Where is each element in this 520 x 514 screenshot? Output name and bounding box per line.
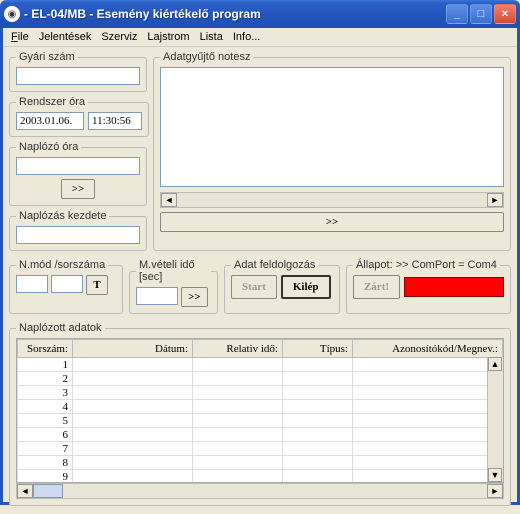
nmod-input-1[interactable] [16, 275, 48, 293]
table-row[interactable]: 7 [18, 442, 503, 456]
kilep-button[interactable]: Kilép [281, 275, 331, 299]
table-row[interactable]: 2 [18, 372, 503, 386]
scroll-left-icon[interactable]: ◄ [17, 484, 33, 498]
mvetel-input[interactable] [136, 287, 178, 305]
nmod-label: N.mód /sorszáma [16, 259, 108, 271]
menu-file[interactable]: File [11, 31, 29, 43]
titlebar: ◉ - EL-04/MB - Esemény kiértékelő progra… [0, 0, 520, 28]
table-label: Naplózott adatok [16, 322, 105, 334]
naplozo-ora-button[interactable]: >> [61, 179, 95, 199]
naplozas-kezdete-input[interactable] [16, 226, 140, 244]
scroll-right-icon[interactable]: ► [487, 484, 503, 498]
rendszer-time-input[interactable] [88, 112, 142, 130]
col-relativ[interactable]: Relativ idő: [193, 340, 283, 358]
naplozas-kezdete-label: Naplózás kezdete [16, 210, 109, 222]
table-row[interactable]: 5 [18, 414, 503, 428]
window-title: - EL-04/MB - Esemény kiértékelő program [24, 7, 446, 21]
notes-textarea[interactable] [160, 67, 504, 187]
adat-label: Adat feldolgozás [231, 259, 318, 271]
allapot-label: Állapot: >> ComPort = Com4 [353, 259, 500, 271]
scroll-down-icon[interactable]: ▼ [488, 468, 502, 482]
table-hscrollbar[interactable]: ◄ ► [16, 483, 504, 499]
nmod-group: N.mód /sorszáma T [9, 259, 123, 314]
naplozas-kezdete-group: Naplózás kezdete [9, 210, 147, 251]
app-icon: ◉ [4, 6, 20, 22]
col-sorszam[interactable]: Sorszám: [18, 340, 73, 358]
col-azon[interactable]: Azonosítókód/Megnev.: [353, 340, 503, 358]
t-button[interactable]: T [86, 275, 108, 295]
col-datum[interactable]: Dátum: [73, 340, 193, 358]
scroll-right-icon[interactable]: ► [487, 193, 503, 207]
menubar: File Jelentések Szerviz Lajstrom Lista I… [3, 28, 517, 47]
rendszer-ora-label: Rendszer óra [16, 96, 88, 108]
nmod-input-2[interactable] [51, 275, 83, 293]
mvetel-group: M.vételi idő [sec] >> [129, 259, 218, 314]
menu-jelentesek[interactable]: Jelentések [39, 31, 92, 43]
notes-hscrollbar[interactable]: ◄ ► [160, 192, 504, 208]
adat-group: Adat feldolgozás Start Kilép [224, 259, 340, 314]
mvetel-label: M.vételi idő [sec] [136, 259, 211, 283]
menu-info[interactable]: Info... [233, 31, 261, 43]
col-tipus[interactable]: Típus: [283, 340, 353, 358]
notes-label: Adatgyűjtő notesz [160, 51, 253, 63]
status-indicator [404, 277, 504, 297]
menu-lista[interactable]: Lista [200, 31, 223, 43]
hscroll-thumb[interactable] [33, 484, 63, 498]
data-table-wrap: Sorszám: Dátum: Relativ idő: Típus: Azon… [16, 338, 504, 483]
maximize-button[interactable]: □ [470, 4, 492, 24]
scroll-left-icon[interactable]: ◄ [161, 193, 177, 207]
allapot-group: Állapot: >> ComPort = Com4 Zárt! [346, 259, 511, 314]
notes-expand-button[interactable]: >> [160, 212, 504, 232]
menu-lajstrom[interactable]: Lajstrom [147, 31, 189, 43]
table-vscrollbar[interactable]: ▲ ▼ [487, 357, 503, 482]
table-row[interactable]: 4 [18, 400, 503, 414]
naplozo-ora-label: Naplózó óra [16, 141, 81, 153]
mvetel-button[interactable]: >> [181, 287, 208, 307]
menu-szerviz[interactable]: Szerviz [101, 31, 137, 43]
table-row[interactable]: 9 [18, 470, 503, 484]
minimize-button[interactable]: _ [446, 4, 468, 24]
table-row[interactable]: 1 [18, 358, 503, 372]
rendszer-date-input[interactable] [16, 112, 84, 130]
table-row[interactable]: 3 [18, 386, 503, 400]
data-table: Sorszám: Dátum: Relativ idő: Típus: Azon… [17, 339, 503, 483]
table-row[interactable]: 8 [18, 456, 503, 470]
scroll-up-icon[interactable]: ▲ [488, 357, 502, 371]
naplozo-ora-input[interactable] [16, 157, 140, 175]
gyari-szam-input[interactable] [16, 67, 140, 85]
start-button[interactable]: Start [231, 275, 277, 299]
gyari-szam-label: Gyári szám [16, 51, 78, 63]
naplozo-ora-group: Naplózó óra >> [9, 141, 147, 206]
table-row[interactable]: 6 [18, 428, 503, 442]
close-button[interactable]: × [494, 4, 516, 24]
zart-button[interactable]: Zárt! [353, 275, 400, 299]
rendszer-ora-group: Rendszer óra [9, 96, 149, 137]
gyari-szam-group: Gyári szám [9, 51, 147, 92]
notes-group: Adatgyűjtő notesz ◄ ► >> [153, 51, 511, 251]
table-group: Naplózott adatok Sorszám: Dátum: Relativ… [9, 322, 511, 506]
